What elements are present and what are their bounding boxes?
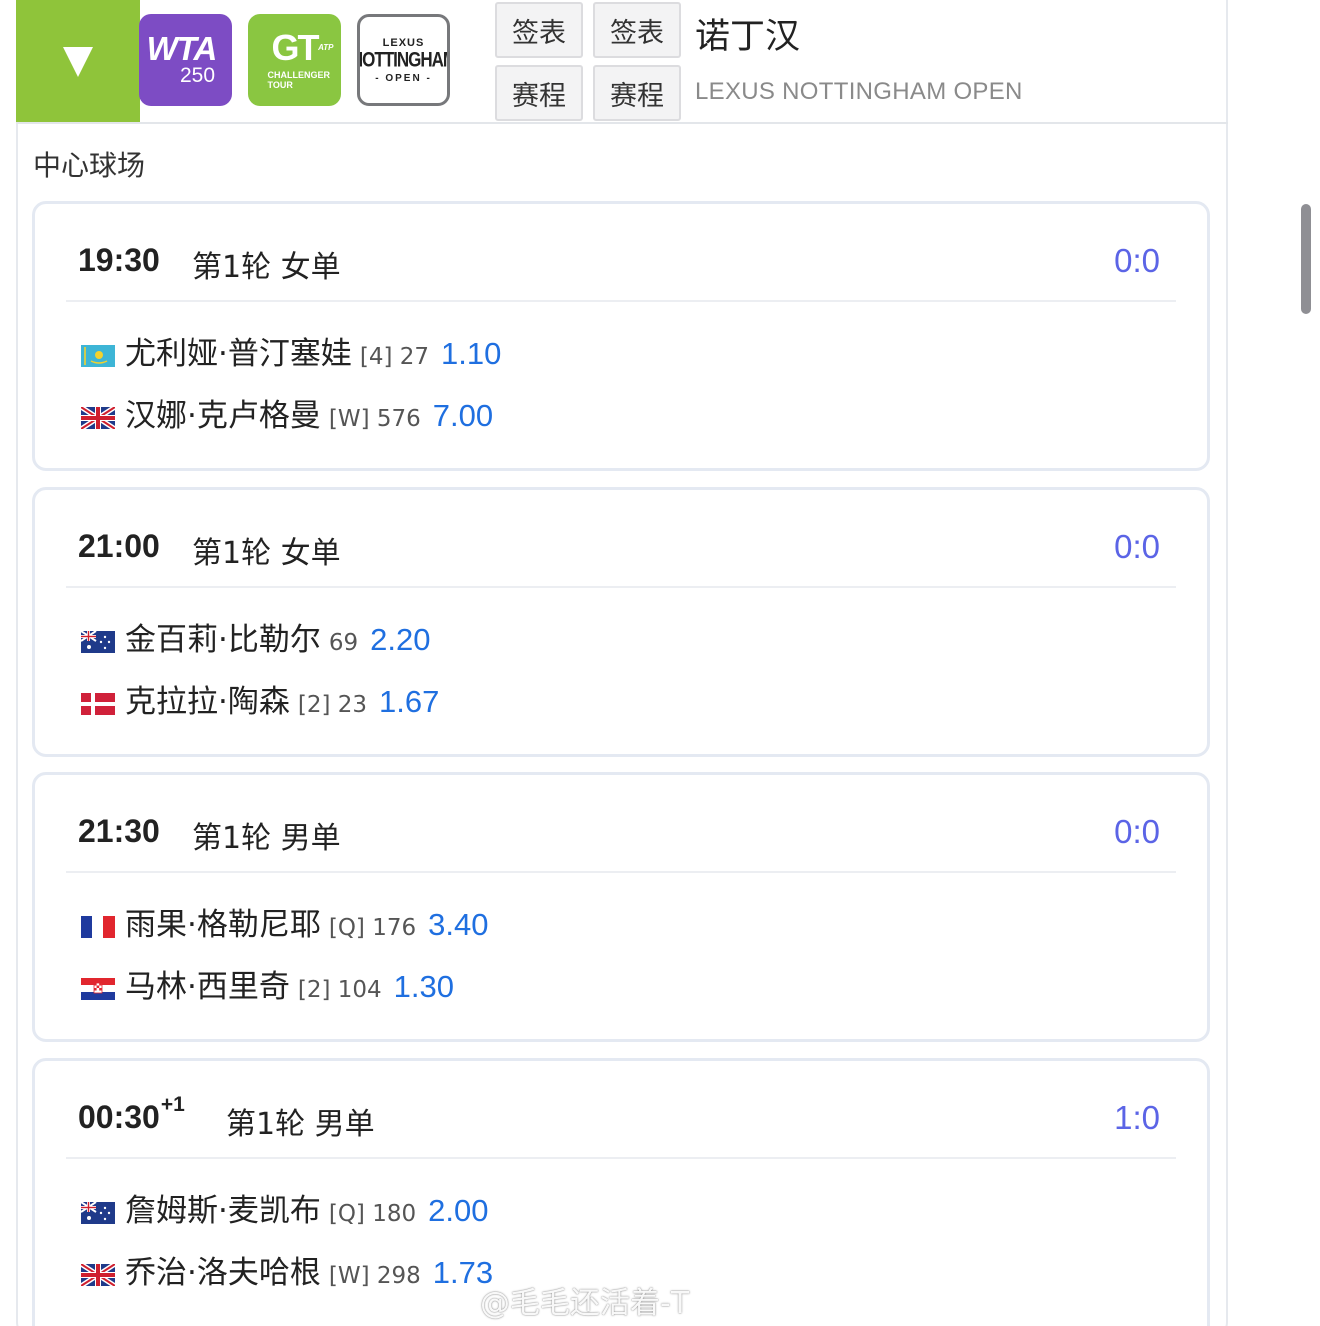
player-name: 金百莉·比勒尔: [125, 622, 321, 658]
court-name: 中心球场: [33, 149, 146, 182]
match-round: 第1轮 男单: [226, 1107, 375, 1142]
australia-flag-icon: [81, 1202, 115, 1224]
collapse-toggle[interactable]: [16, 0, 140, 122]
player-row[interactable]: 詹姆斯·麦凯布 [Q] 180 2.00: [81, 1185, 488, 1229]
australia-flag-icon: [81, 631, 115, 653]
draw-button-1[interactable]: 签表: [495, 2, 583, 58]
match-round: 第1轮 女单: [192, 536, 341, 571]
player-odds[interactable]: 1.10: [441, 336, 501, 372]
match-round: 第1轮 男单: [192, 821, 341, 856]
player-name: 汉娜·克卢格曼: [125, 398, 321, 434]
match-score: 0:0: [1114, 813, 1160, 850]
challenger-tour-logo: GT ATP CHALLENGER TOUR: [248, 14, 341, 106]
match-score: 0:0: [1114, 242, 1160, 279]
match-score: 1:0: [1114, 1099, 1160, 1136]
player-seed-rank: [Q] 176: [328, 915, 417, 941]
divider: [66, 586, 1176, 588]
match-card[interactable]: 21:30 第1轮 男单 0:0 雨果·格勒尼耶 [Q] 176 3.40 马林…: [32, 772, 1210, 1042]
player-seed-rank: [4] 27: [359, 344, 430, 370]
player-name: 克拉拉·陶森: [125, 684, 290, 720]
player-row[interactable]: 汉娜·克卢格曼 [W] 576 7.00: [81, 390, 493, 434]
challenger-mark: GT: [271, 27, 320, 68]
uk-flag-icon: [81, 1264, 115, 1286]
player-odds[interactable]: 1.30: [394, 969, 454, 1005]
watermark: @毛毛还活着-T: [428, 1278, 689, 1322]
kazakhstan-flag-icon: [81, 345, 115, 367]
player-row[interactable]: 雨果·格勒尼耶 [Q] 176 3.40: [81, 899, 488, 943]
player-name: 马林·西里奇: [125, 969, 290, 1005]
nottingham-open-logo: LEXUS NOTTINGHAM - OPEN -: [357, 14, 450, 106]
schedule-button-1[interactable]: 赛程: [495, 65, 583, 121]
wta-250-logo: WTA 250: [139, 14, 232, 106]
player-name: 詹姆斯·麦凯布: [125, 1193, 321, 1229]
match-card[interactable]: 19:30 第1轮 女单 0:0 尤利娅·普汀塞娃 [4] 27 1.10 汉娜…: [32, 201, 1210, 471]
player-seed-rank: 69: [328, 630, 359, 656]
player-name: 尤利娅·普汀塞娃: [125, 336, 352, 372]
player-row[interactable]: 尤利娅·普汀塞娃 [4] 27 1.10: [81, 328, 501, 372]
match-card[interactable]: 21:00 第1轮 女单 0:0 金百莉·比勒尔 69 2.20 克拉拉·陶森 …: [32, 487, 1210, 757]
tournament-name-en: LEXUS NOTTINGHAM OPEN: [695, 78, 1023, 105]
draw-button-2[interactable]: 签表: [593, 2, 681, 58]
match-time: 19:30: [78, 242, 160, 278]
player-name: 雨果·格勒尼耶: [125, 907, 321, 943]
player-seed-rank: [W] 298: [328, 1263, 421, 1289]
schedule-button-2[interactable]: 赛程: [593, 65, 681, 121]
divider: [66, 300, 1176, 302]
player-odds[interactable]: 1.67: [379, 684, 439, 720]
player-row[interactable]: 金百莉·比勒尔 69 2.20: [81, 614, 430, 658]
player-seed-rank: [W] 576: [328, 406, 421, 432]
page: WTA 250 GT ATP CHALLENGER TOUR LEXUS NOT…: [0, 0, 1320, 1326]
match-round: 第1轮 女单: [192, 250, 341, 285]
divider: [66, 871, 1176, 873]
denmark-flag-icon: [81, 693, 115, 715]
france-flag-icon: [81, 916, 115, 938]
weibo-logo-icon: [429, 1284, 472, 1319]
watermark-text: @毛毛还活着-T: [480, 1286, 690, 1321]
player-seed-rank: [Q] 180: [328, 1201, 417, 1227]
divider: [66, 1157, 1176, 1159]
player-seed-rank: [2] 104: [297, 977, 382, 1003]
triangle-down-icon: [63, 47, 93, 77]
scrollbar-thumb[interactable]: [1301, 204, 1311, 314]
match-time: 21:00: [78, 528, 160, 564]
challenger-atp: ATP: [318, 43, 334, 52]
uk-flag-icon: [81, 407, 115, 429]
tournament-name: 诺丁汉: [695, 17, 801, 57]
player-odds[interactable]: 2.20: [370, 622, 430, 658]
player-odds[interactable]: 3.40: [428, 907, 488, 943]
player-odds[interactable]: 2.00: [428, 1193, 488, 1229]
match-time: 00:30+1: [78, 1093, 185, 1135]
player-row[interactable]: 马林·西里奇 [2] 104 1.30: [81, 961, 454, 1005]
player-row[interactable]: 克拉拉·陶森 [2] 23 1.67: [81, 676, 439, 720]
croatia-flag-icon: [81, 978, 115, 1000]
match-time: 21:30: [78, 813, 160, 849]
player-odds[interactable]: 7.00: [433, 398, 493, 434]
player-seed-rank: [2] 23: [297, 692, 368, 718]
player-name: 乔治·洛夫哈根: [125, 1255, 321, 1291]
match-score: 0:0: [1114, 528, 1160, 565]
